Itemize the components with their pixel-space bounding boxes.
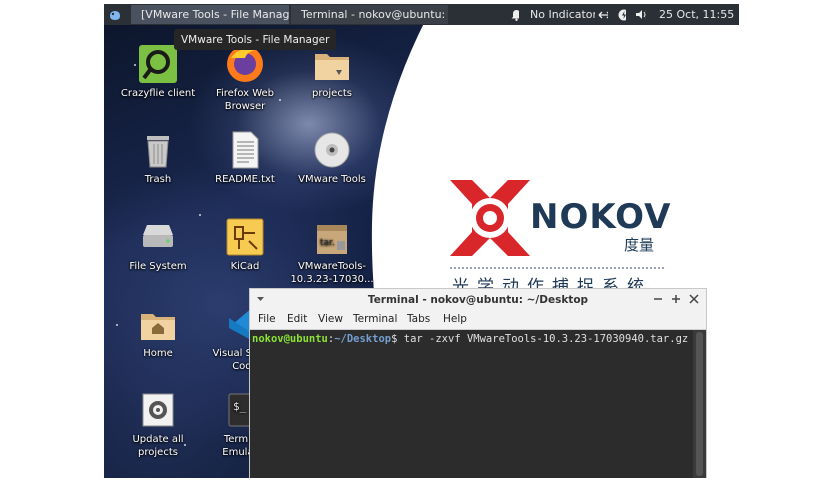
maximize-icon[interactable] bbox=[671, 293, 681, 308]
taskbar-item-terminal[interactable]: Terminal - nokov@ubuntu: ~... bbox=[291, 5, 448, 24]
desktop-icon-vmware-tools[interactable]: VMware Tools bbox=[288, 130, 376, 186]
terminal-title: Terminal - nokov@ubuntu: ~/Desktop bbox=[367, 294, 589, 306]
desktop-icon-file-system[interactable]: File System bbox=[114, 217, 202, 273]
desktop-icon-kicad[interactable]: KiCad bbox=[201, 217, 289, 273]
menu-help[interactable]: Help bbox=[443, 313, 467, 325]
folder-icon bbox=[312, 44, 352, 84]
taskbar-item-label: Terminal - nokov@ubuntu: ~... bbox=[301, 8, 448, 21]
applications-menu-button[interactable] bbox=[104, 5, 126, 24]
network-arrows-icon bbox=[598, 11, 608, 18]
desktop-icon-label: VMwareTools-10.3.23-17030... bbox=[290, 261, 374, 285]
power-button[interactable] bbox=[613, 5, 631, 24]
desktop-icon-home[interactable]: Home bbox=[114, 304, 202, 360]
terminal-titlebar[interactable]: Terminal - nokov@ubuntu: ~/Desktop bbox=[250, 289, 706, 311]
menu-view[interactable]: View bbox=[318, 313, 343, 325]
star bbox=[199, 214, 201, 216]
close-icon[interactable] bbox=[689, 293, 699, 308]
archive-icon: tar. bbox=[312, 217, 352, 257]
menu-edit[interactable]: Edit bbox=[287, 313, 307, 325]
network-button[interactable] bbox=[593, 5, 613, 24]
bell-icon bbox=[511, 9, 519, 21]
taskbar-item-label: [VMware Tools - File Manag... bbox=[141, 8, 289, 21]
prompt-symbol: $ bbox=[391, 333, 398, 345]
taskbar-item-file-manager[interactable]: [VMware Tools - File Manag... bbox=[131, 5, 289, 24]
desktop-icon-label: Firefox Web Browser bbox=[215, 88, 275, 112]
power-icon bbox=[618, 9, 626, 20]
desktop-icon-projects[interactable]: projects bbox=[288, 44, 376, 100]
xfce-mouse-icon bbox=[110, 10, 120, 20]
trash-icon bbox=[138, 130, 178, 170]
desktop-icon-crazyflie[interactable]: Crazyflie client bbox=[114, 44, 202, 100]
nokov-brand-text: NOKOV bbox=[530, 197, 672, 237]
prompt-path: ~/Desktop bbox=[334, 333, 392, 345]
desktop-icon-firefox[interactable]: Firefox Web Browser bbox=[201, 44, 289, 113]
desktop-icon-label: README.txt bbox=[215, 174, 275, 185]
desktop-icon-trash[interactable]: Trash bbox=[114, 130, 202, 186]
notifications-button[interactable] bbox=[506, 5, 524, 24]
menu-file[interactable]: File bbox=[258, 313, 276, 325]
top-panel: [VMware Tools - File Manag... Terminal -… bbox=[104, 4, 739, 25]
terminal-command-line: nokov@ubuntu:~/Desktop$ tar -zxvf VMware… bbox=[252, 332, 701, 345]
indicators-label[interactable]: No Indicators bbox=[525, 5, 595, 24]
desktop-screen: NOKOV 度量 光学动作捕捉系统 Crazyflie client Firef… bbox=[104, 4, 739, 478]
nokov-logo-icon bbox=[450, 180, 530, 256]
svg-text:$_: $_ bbox=[233, 400, 247, 413]
desktop-icon-label: KiCad bbox=[230, 261, 260, 272]
indicators-text: No Indicators bbox=[530, 8, 595, 21]
firefox-icon bbox=[225, 44, 265, 84]
volume-button[interactable] bbox=[631, 5, 651, 24]
desktop-icon-label: VMware Tools bbox=[298, 174, 366, 185]
terminal-output[interactable]: nokov@ubuntu:~/Desktop$ tar -zxvf VMware… bbox=[250, 330, 701, 478]
crazyflie-icon bbox=[138, 44, 178, 84]
speaker-icon bbox=[636, 10, 646, 19]
desktop-icon-label: projects bbox=[312, 88, 352, 99]
terminal-scrollbar[interactable] bbox=[693, 330, 706, 478]
kicad-icon bbox=[225, 217, 265, 257]
prompt-user: nokov@ubuntu bbox=[252, 333, 328, 345]
scrollbar-thumb[interactable] bbox=[696, 332, 703, 476]
desktop-icon-readme[interactable]: README.txt bbox=[201, 130, 289, 186]
command-text: tar -zxvf VMwareTools-10.3.23-17030940.t… bbox=[403, 333, 689, 345]
clock-text: 25 Oct, 11:55 bbox=[659, 8, 735, 21]
terminal-menubar: File Edit View Terminal Tabs Help bbox=[250, 311, 706, 330]
drive-icon bbox=[138, 217, 178, 257]
desktop-icon-label: Update all projects bbox=[132, 434, 184, 458]
cd-icon bbox=[312, 130, 352, 170]
terminal-window[interactable]: Terminal - nokov@ubuntu: ~/Desktop File … bbox=[249, 288, 707, 478]
desktop-icon-label: File System bbox=[129, 261, 187, 272]
menu-tabs[interactable]: Tabs bbox=[407, 313, 430, 325]
home-folder-icon bbox=[138, 304, 178, 344]
desktop-icon-label: Trash bbox=[144, 174, 172, 185]
gear-icon bbox=[138, 390, 178, 430]
logo-divider bbox=[450, 267, 664, 269]
desktop-icon-update-projects[interactable]: Update all projects bbox=[114, 390, 202, 459]
desktop-icon-label: Home bbox=[143, 348, 173, 359]
nokov-brand-cn: 度量 bbox=[624, 236, 655, 254]
svg-text:tar.: tar. bbox=[320, 238, 335, 248]
text-file-icon bbox=[225, 130, 265, 170]
desktop-icon-label: Crazyflie client bbox=[120, 88, 196, 99]
minimize-icon[interactable] bbox=[653, 293, 663, 308]
desktop-icon-vmwaretools-archive[interactable]: tar. VMwareTools-10.3.23-17030... bbox=[288, 217, 376, 286]
menu-terminal[interactable]: Terminal bbox=[353, 313, 397, 325]
clock[interactable]: 25 Oct, 11:55 bbox=[654, 5, 736, 24]
taskbar-tooltip: VMware Tools - File Manager bbox=[174, 29, 337, 50]
